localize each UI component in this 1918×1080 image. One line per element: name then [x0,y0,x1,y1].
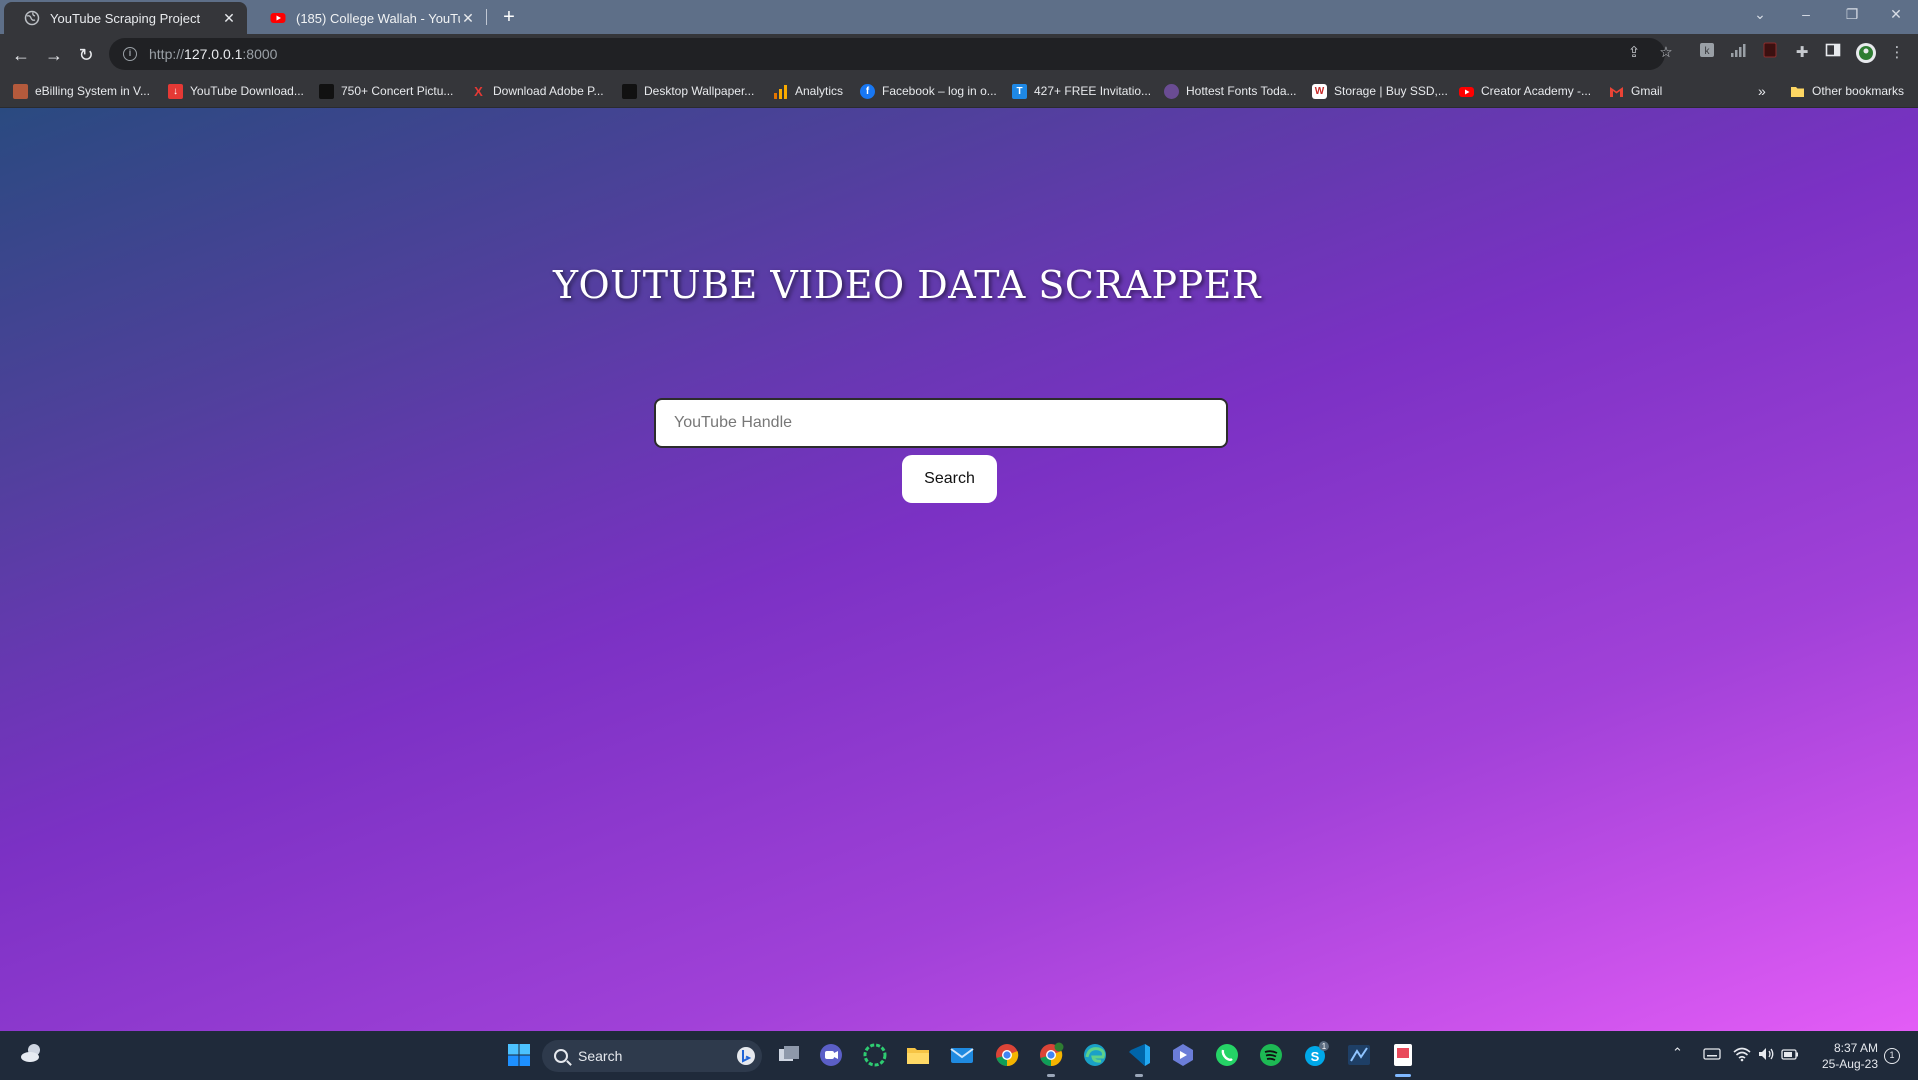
clock-time: 8:37 AM [1833,1041,1878,1055]
forward-icon[interactable]: → [41,42,67,68]
browser-titlebar: YouTube Scraping Project ✕ (185) College… [0,0,1918,34]
bookmark-item[interactable]: Creator Academy -... [1459,82,1591,100]
profile-avatar[interactable] [1855,42,1877,64]
chrome-icon[interactable] [993,1041,1021,1069]
active-indicator [1395,1074,1411,1077]
bookmark-item[interactable]: Gmail [1609,82,1662,100]
bookmark-item[interactable]: W Storage | Buy SSD,... [1312,82,1448,100]
battery-icon[interactable] [1781,1047,1799,1061]
taskbar-search[interactable]: Search [542,1040,762,1072]
keyboard-icon[interactable] [1703,1047,1721,1061]
tab-search-icon[interactable]: ⌄ [1744,0,1776,30]
bookmark-item[interactable]: Analytics [773,82,843,100]
skype-badge-count: 1 [1322,1042,1327,1051]
bing-icon [737,1047,755,1065]
bookmark-favicon-icon: T [1012,83,1027,99]
tab-title: YouTube Scraping Project [50,10,201,26]
bookmark-favicon-icon [13,83,28,99]
bookmark-item[interactable]: Hottest Fonts Toda... [1164,82,1297,100]
mail-icon[interactable] [948,1041,976,1069]
gmail-icon [1610,86,1623,97]
browser-toolbar: ← → ↻ i http://127.0.0.1:8000 ⇪ ☆ k ✚ ⋮ [0,34,1918,74]
minimize-icon[interactable]: – [1790,0,1822,30]
bookmark-item[interactable]: X Download Adobe P... [471,82,603,100]
tab-separator [486,9,487,25]
extension-icon[interactable]: k [1696,42,1718,64]
facebook-icon: f [860,83,875,99]
whatsapp-icon[interactable] [1213,1041,1241,1069]
wifi-icon[interactable] [1733,1046,1751,1062]
bookmark-favicon-icon [1164,83,1179,99]
share-icon[interactable]: ⇪ [1623,42,1645,64]
system-clock[interactable]: 8:37 AM 25-Aug-23 [1808,1040,1878,1072]
bookmark-favicon-icon [622,83,637,99]
bookmarks-overflow-button[interactable]: » [1758,82,1766,100]
address-bar[interactable]: i http://127.0.0.1:8000 [109,38,1665,70]
youtube-handle-input[interactable] [654,398,1228,448]
globe-icon [24,10,40,26]
back-icon[interactable]: ← [8,42,34,68]
analytics-icon [774,84,787,99]
windows-taskbar: Search S1 ⌃ 8:37 AM 25-Aug-23 1 [0,1031,1918,1080]
bookmark-item[interactable]: 750+ Concert Pictu... [319,82,453,100]
tray-overflow-icon[interactable]: ⌃ [1672,1045,1683,1061]
weather-icon[interactable] [20,1042,44,1064]
bookmark-favicon-icon: ↓ [168,83,183,99]
search-icon [554,1049,568,1063]
pdf-extension-icon[interactable] [1759,42,1781,64]
windows-start-icon[interactable] [505,1041,533,1069]
power-automate-icon[interactable] [1169,1041,1197,1069]
tab-youtube-scraping-project[interactable]: YouTube Scraping Project ✕ [4,2,247,34]
bookmark-favicon-icon: W [1312,83,1327,99]
bookmark-item[interactable]: ↓ YouTube Download... [168,82,304,100]
network-tool-icon[interactable] [1345,1041,1373,1069]
tab-close-icon[interactable]: ✕ [221,10,237,26]
tab-close-icon[interactable]: ✕ [460,10,476,26]
browser-menu-icon[interactable]: ⋮ [1886,42,1908,64]
tab-college-wallah[interactable]: (185) College Wallah - YouTube ✕ [250,2,486,34]
signal-extension-icon[interactable] [1727,42,1749,64]
youtube-icon [1459,86,1474,97]
edge-icon[interactable] [1081,1041,1109,1069]
running-indicator [1135,1074,1143,1077]
running-indicator [1047,1074,1055,1077]
youtube-icon [270,13,286,23]
site-info-icon[interactable]: i [123,47,137,61]
bookmark-item[interactable]: f Facebook – log in o... [860,82,997,100]
bookmark-item[interactable]: T 427+ FREE Invitatio... [1012,82,1151,100]
bookmarks-bar: eBilling System in V... ↓ YouTube Downloa… [0,74,1918,108]
snipping-tool-icon[interactable] [1389,1041,1417,1069]
tab-title: (185) College Wallah - YouTube [296,10,460,26]
teams-chat-icon[interactable] [817,1041,845,1069]
spotify-icon[interactable] [1257,1041,1285,1069]
volume-icon[interactable] [1757,1046,1775,1062]
url-text: http://127.0.0.1:8000 [149,46,278,62]
svg-text:S: S [1311,1049,1320,1064]
search-button[interactable]: Search [902,455,997,503]
notification-center-icon[interactable]: 1 [1884,1048,1900,1064]
other-bookmarks[interactable]: Other bookmarks [1790,82,1904,100]
loader-app-icon[interactable] [861,1041,889,1069]
new-tab-button[interactable]: + [498,6,520,28]
bookmark-star-icon[interactable]: ☆ [1655,42,1677,64]
close-window-icon[interactable]: ✕ [1880,0,1912,30]
bookmark-item[interactable]: Desktop Wallpaper... [622,82,754,100]
bookmark-favicon-icon [319,83,334,99]
vscode-icon[interactable] [1125,1041,1153,1069]
bookmark-item[interactable]: eBilling System in V... [13,82,150,100]
reload-icon[interactable]: ↻ [73,42,99,68]
page-background: YOUTUBE VIDEO DATA SCRAPPER Search [0,108,1918,1031]
chrome-profile-icon[interactable] [1037,1041,1065,1069]
side-panel-icon[interactable] [1822,42,1844,64]
folder-icon [1791,86,1804,97]
bookmark-favicon-icon: X [474,83,483,99]
file-explorer-icon[interactable] [904,1041,932,1069]
skype-icon[interactable]: S1 [1301,1041,1329,1069]
extensions-puzzle-icon[interactable]: ✚ [1791,42,1813,64]
task-view-icon[interactable] [775,1041,803,1069]
restore-icon[interactable]: ❐ [1836,0,1868,30]
page-title: YOUTUBE VIDEO DATA SCRAPPER [552,263,1262,307]
clock-date: 25-Aug-23 [1821,1057,1878,1071]
